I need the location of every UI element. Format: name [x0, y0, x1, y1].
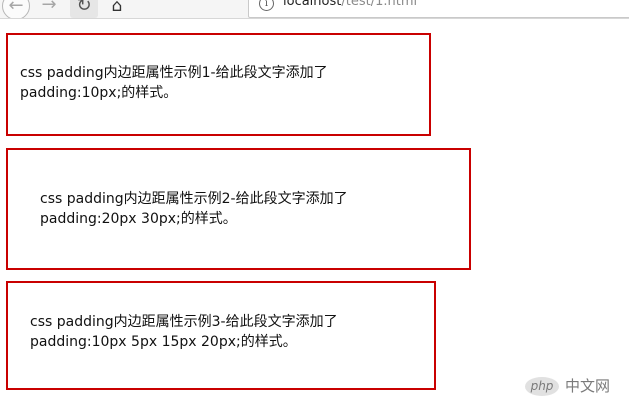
watermark-text: 中文网 [565, 377, 611, 395]
php-logo-icon: php [525, 377, 559, 396]
url-host: localhost [283, 0, 342, 9]
padding-example-3-box: css padding内边距属性示例3-给此段文字添加了 padding:10p… [6, 281, 436, 390]
back-arrow-icon[interactable]: ← [2, 0, 30, 18]
padding-example-2-text: css padding内边距属性示例2-给此段文字添加了 padding:20p… [40, 189, 348, 229]
browser-toolbar: ← → ↻ ⌂ i localhost/test/1.html [0, 0, 629, 19]
info-icon[interactable]: i [259, 0, 274, 11]
example-1-line-2: padding:10px;的样式。 [20, 85, 178, 101]
padding-example-3-text: css padding内边距属性示例3-给此段文字添加了 padding:10p… [30, 312, 338, 352]
home-icon[interactable]: ⌂ [104, 0, 130, 18]
example-3-line-2: padding:10px 5px 15px 20px;的样式。 [30, 334, 297, 350]
url-text[interactable]: localhost/test/1.html [283, 0, 417, 10]
address-bar[interactable]: i localhost/test/1.html [248, 0, 629, 18]
php-cn-watermark: php 中文网 [525, 376, 625, 400]
example-2-line-1: css padding内边距属性示例2-给此段文字添加了 [40, 191, 348, 207]
padding-example-2-box: css padding内边距属性示例2-给此段文字添加了 padding:20p… [6, 148, 471, 270]
padding-example-1-box: css padding内边距属性示例1-给此段文字添加了 padding:10p… [6, 33, 431, 136]
example-2-line-2: padding:20px 30px;的样式。 [40, 211, 237, 227]
example-3-line-1: css padding内边距属性示例3-给此段文字添加了 [30, 314, 338, 330]
url-path: /test/1.html [341, 0, 418, 9]
example-1-line-1: css padding内边距属性示例1-给此段文字添加了 [20, 65, 328, 81]
reload-icon[interactable]: ↻ [70, 0, 98, 18]
padding-example-1-text: css padding内边距属性示例1-给此段文字添加了 padding:10p… [20, 63, 328, 103]
forward-arrow-icon[interactable]: → [36, 0, 62, 18]
